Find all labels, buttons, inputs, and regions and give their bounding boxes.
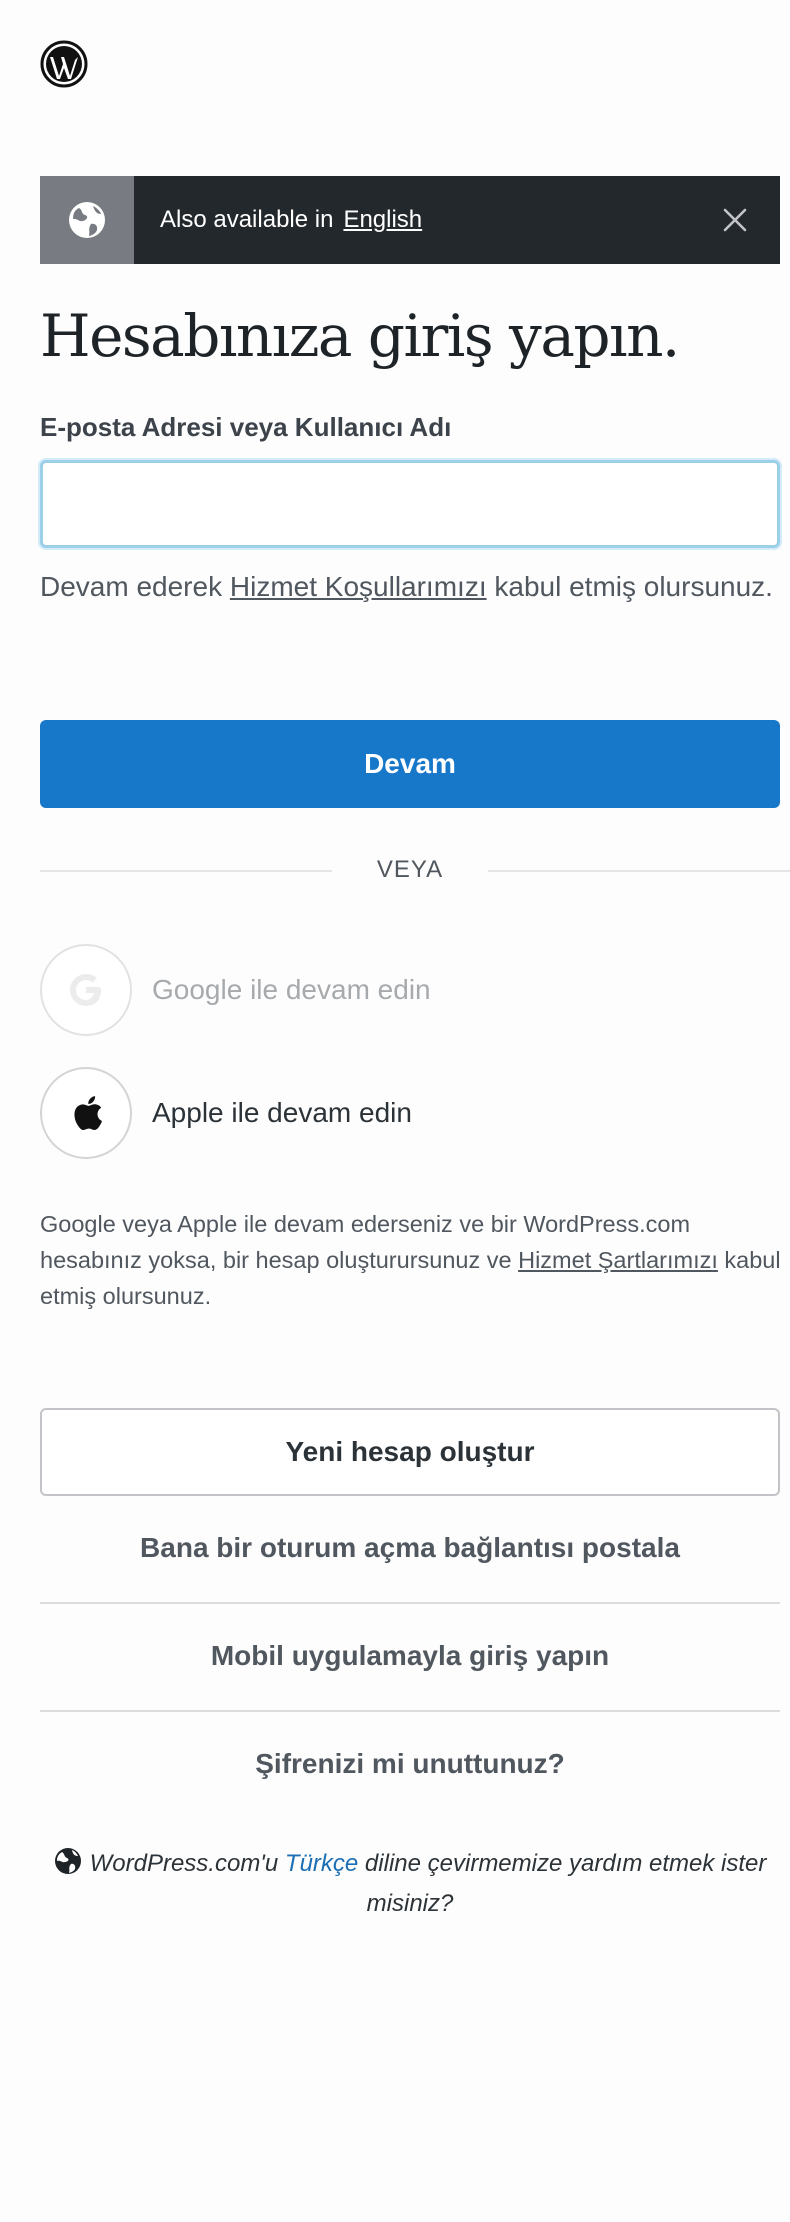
social-terms-link[interactable]: Hizmet Şartlarımızı	[518, 1247, 718, 1273]
forgot-password-link[interactable]: Şifrenizi mi unuttunuz?	[40, 1710, 780, 1818]
mobile-app-login-button[interactable]: Mobil uygulamayla giriş yapın	[40, 1602, 780, 1710]
wordpress-logo-icon[interactable]	[40, 40, 88, 88]
divider-left	[40, 870, 332, 872]
email-label: E-posta Adresi veya Kullanıcı Adı	[40, 412, 452, 442]
google-icon	[40, 944, 132, 1036]
translate-after: diline çevirmemize yardım etmek ister mi…	[358, 1850, 767, 1917]
language-notice: Also available in English	[40, 176, 780, 264]
notice-language-link[interactable]: English	[343, 206, 422, 234]
create-account-button[interactable]: Yeni hesap oluştur	[40, 1408, 780, 1496]
terms-after: kabul etmiş olursunuz.	[486, 571, 773, 602]
or-separator: VEYA	[376, 856, 444, 883]
google-login-button[interactable]: Google ile devam edin	[40, 944, 780, 1036]
email-field[interactable]	[40, 460, 780, 548]
globe-icon	[40, 176, 134, 264]
translate-before: WordPress.com'u	[89, 1850, 285, 1877]
globe-icon	[54, 1847, 82, 1886]
continue-button[interactable]: Devam	[40, 720, 780, 808]
translate-language-link[interactable]: Türkçe	[285, 1850, 358, 1877]
terms-link[interactable]: Hizmet Koşullarımızı	[230, 571, 487, 602]
apple-login-button[interactable]: Apple ile devam edin	[40, 1067, 780, 1159]
notice-prefix: Also available in	[160, 206, 334, 233]
terms-before: Devam ederek	[40, 571, 230, 602]
notice-text: Also available in English	[134, 176, 690, 264]
social-terms-notice: Google veya Apple ile devam ederseniz ve…	[40, 1206, 790, 1314]
close-icon[interactable]	[690, 176, 780, 264]
translate-prompt: WordPress.com'u Türkçe diline çevirmemiz…	[40, 1846, 780, 1922]
page-title: Hesabınıza giriş yapın.	[40, 302, 680, 370]
terms-notice: Devam ederek Hizmet Koşullarımızı kabul …	[40, 566, 780, 608]
magic-link-button[interactable]: Bana bir oturum açma bağlantısı postala	[40, 1494, 780, 1602]
apple-login-label: Apple ile devam edin	[152, 1097, 412, 1128]
divider-right	[488, 870, 790, 872]
apple-icon	[40, 1067, 132, 1159]
google-login-label: Google ile devam edin	[152, 974, 431, 1005]
